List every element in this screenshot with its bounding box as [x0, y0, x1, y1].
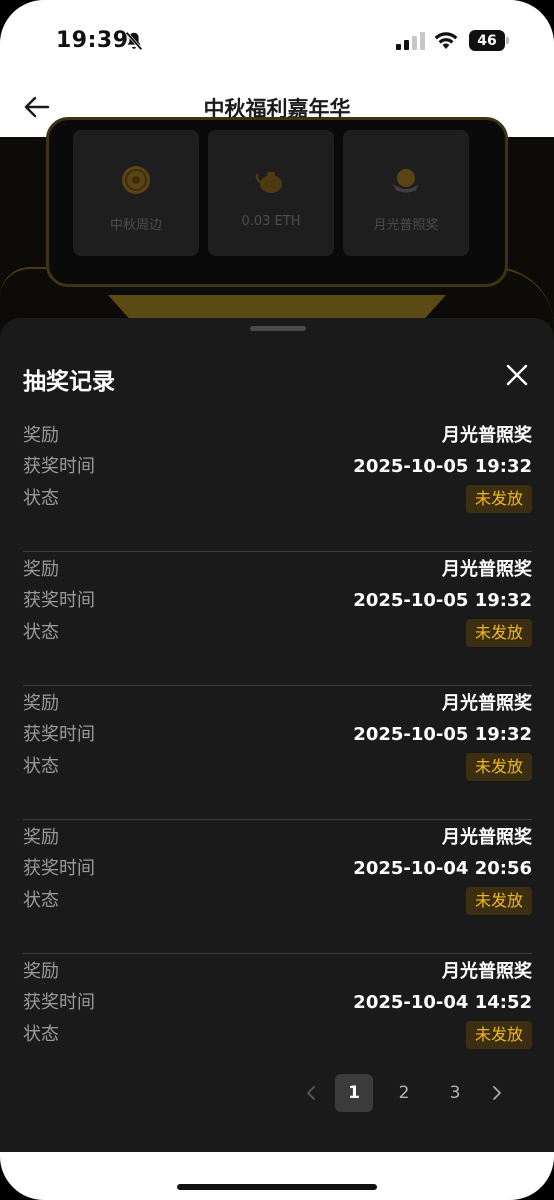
record-time-row: 获奖时间 2025-10-05 19:32: [23, 721, 532, 749]
status-label: 状态: [23, 488, 59, 509]
prize-label: 月光普照奖: [373, 218, 439, 233]
sheet-title: 抽奖记录: [23, 369, 115, 395]
time-label: 获奖时间: [23, 590, 95, 611]
time-label: 获奖时间: [23, 456, 95, 477]
record-status-row: 状态 未发放: [23, 485, 532, 513]
teapot-icon: [255, 172, 282, 193]
lottery-records-sheet: 抽奖记录 奖励 月光普照奖 获奖时间 2025-10-05 19:32 状态 未…: [0, 318, 554, 1152]
prize-frame: 中秋周边 0.03 ETH 月光普照奖: [46, 117, 508, 287]
pagination: 1 2 3: [0, 1074, 554, 1114]
phone-screen: 19:39 46 中秋福利嘉年华 中秋周边 0.03 ETH 月光普照奖 抽奖记…: [0, 0, 554, 1200]
prize-card-eth[interactable]: 0.03 ETH: [208, 130, 334, 256]
prize-label: 中秋周边: [109, 218, 162, 233]
reward-label: 奖励: [23, 693, 59, 714]
status-badge: 未发放: [465, 619, 532, 647]
reward-value: 月光普照奖: [442, 961, 532, 982]
time-label: 获奖时间: [23, 858, 95, 879]
time-value: 2025-10-05 19:32: [353, 590, 532, 611]
record-reward-row: 奖励 月光普照奖: [23, 958, 532, 986]
status-badge: 未发放: [465, 887, 532, 915]
reward-value: 月光普照奖: [442, 827, 532, 848]
bell-slash-icon: [125, 31, 143, 51]
reward-label: 奖励: [23, 827, 59, 848]
status-label: 状态: [23, 890, 59, 911]
battery-level: 46: [469, 30, 505, 51]
record-item: 奖励 月光普照奖 获奖时间 2025-10-05 19:32 状态 未发放: [23, 418, 532, 552]
page-button-2[interactable]: 2: [385, 1074, 423, 1112]
cellular-signal-icon: [396, 32, 425, 50]
time-label: 获奖时间: [23, 992, 95, 1013]
record-time-row: 获奖时间 2025-10-04 14:52: [23, 989, 532, 1017]
record-item: 奖励 月光普照奖 获奖时间 2025-10-04 20:56 状态 未发放: [23, 820, 532, 954]
time-value: 2025-10-04 14:52: [353, 992, 532, 1013]
battery-tip: [506, 37, 509, 44]
record-reward-row: 奖励 月光普照奖: [23, 422, 532, 450]
time-label: 获奖时间: [23, 724, 95, 745]
record-status-row: 状态 未发放: [23, 1021, 532, 1049]
record-item: 奖励 月光普照奖 获奖时间 2025-10-05 19:32 状态 未发放: [23, 552, 532, 686]
mooncake-icon: [122, 166, 150, 194]
chevron-left-icon: [307, 1086, 315, 1100]
next-page-button[interactable]: [478, 1074, 516, 1112]
status-label: 状态: [23, 1024, 59, 1045]
status-bar: 19:39 46: [0, 0, 554, 82]
record-reward-row: 奖励 月光普照奖: [23, 690, 532, 718]
reward-label: 奖励: [23, 425, 59, 446]
status-label: 状态: [23, 756, 59, 777]
prize-card-moonlight[interactable]: 月光普照奖: [343, 130, 469, 256]
status-time: 19:39: [56, 28, 129, 53]
time-value: 2025-10-05 19:32: [353, 456, 532, 477]
record-item: 奖励 月光普照奖 获奖时间 2025-10-04 14:52 状态 未发放: [23, 954, 532, 1088]
status-badge: 未发放: [465, 485, 532, 513]
record-time-row: 获奖时间 2025-10-05 19:32: [23, 587, 532, 615]
record-time-row: 获奖时间 2025-10-04 20:56: [23, 855, 532, 883]
close-icon: [506, 364, 528, 386]
chevron-right-icon: [493, 1086, 501, 1100]
record-reward-row: 奖励 月光普照奖: [23, 824, 532, 852]
close-button[interactable]: [502, 360, 532, 390]
time-value: 2025-10-04 20:56: [353, 858, 532, 879]
status-badge: 未发放: [465, 1021, 532, 1049]
record-status-row: 状态 未发放: [23, 619, 532, 647]
home-indicator-area: [0, 1152, 554, 1200]
prize-card-merch[interactable]: 中秋周边: [73, 130, 199, 256]
time-value: 2025-10-05 19:32: [353, 724, 532, 745]
page-button-3[interactable]: 3: [436, 1074, 474, 1112]
status-badge: 未发放: [465, 753, 532, 781]
record-item: 奖励 月光普照奖 获奖时间 2025-10-05 19:32 状态 未发放: [23, 686, 532, 820]
reward-label: 奖励: [23, 559, 59, 580]
prev-page-button[interactable]: [292, 1074, 330, 1112]
sheet-grab-handle[interactable]: [250, 326, 306, 331]
reward-label: 奖励: [23, 961, 59, 982]
wifi-icon: [434, 32, 458, 49]
records-list: 奖励 月光普照奖 获奖时间 2025-10-05 19:32 状态 未发放 奖励…: [23, 418, 532, 1088]
record-reward-row: 奖励 月光普照奖: [23, 556, 532, 584]
battery-icon: 46: [469, 30, 509, 51]
status-label: 状态: [23, 622, 59, 643]
page-button-1[interactable]: 1: [335, 1074, 373, 1112]
record-status-row: 状态 未发放: [23, 753, 532, 781]
reward-value: 月光普照奖: [442, 559, 532, 580]
prize-label: 0.03 ETH: [241, 214, 301, 229]
record-time-row: 获奖时间 2025-10-05 19:32: [23, 453, 532, 481]
home-indicator[interactable]: [177, 1184, 377, 1190]
record-status-row: 状态 未发放: [23, 887, 532, 915]
reward-value: 月光普照奖: [442, 693, 532, 714]
moon-basket-icon: [393, 169, 419, 193]
reward-value: 月光普照奖: [442, 425, 532, 446]
